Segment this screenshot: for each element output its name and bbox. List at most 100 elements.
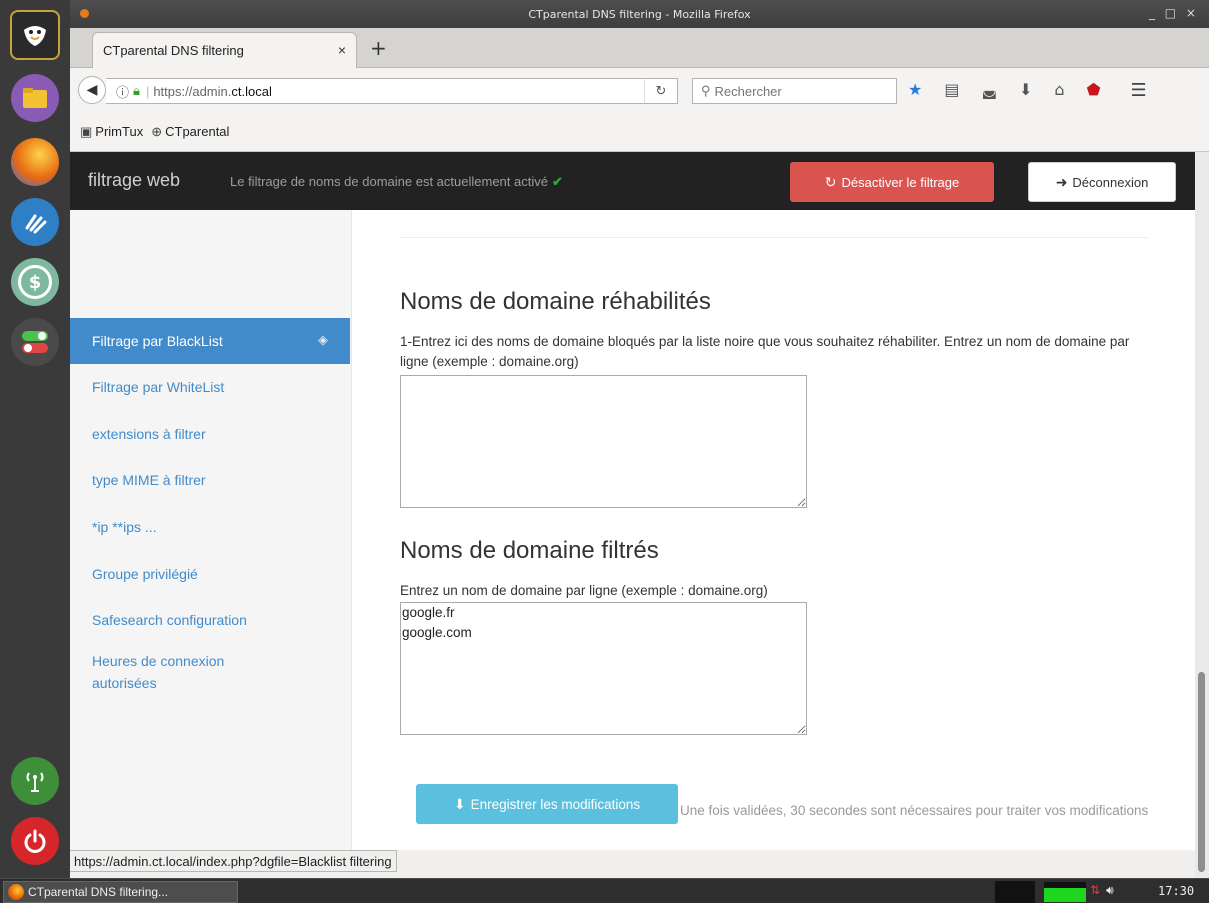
rehabilitated-domains-textarea[interactable] (400, 375, 807, 508)
app-navbar: filtrage web Le filtrage de noms de doma… (70, 152, 1195, 210)
back-button[interactable]: ◀ (78, 76, 106, 104)
rehabilitated-domains-help: 1-Entrez ici des noms de domaine bloqués… (400, 334, 1130, 369)
firefox-window: CTparental DNS filtering - Mozilla Firef… (70, 0, 1209, 878)
application-dock: $ (0, 0, 70, 878)
downloads-icon[interactable]: ⬇ (1019, 80, 1032, 101)
taskbar: CTparental DNS filtering... ⇅ 🔊︎ 17:30 (0, 878, 1209, 903)
network-antenna-icon[interactable] (11, 757, 59, 805)
window-menu-icon[interactable] (80, 9, 89, 18)
navigation-toolbar: ◀ ⓘ 🔒︎ | https://admin.ct.local ↻ ⚲ ★ ▤ … (70, 68, 1209, 112)
bookmark-ctparental[interactable]: ⊕ CTparental (151, 124, 229, 140)
sidebar-item-whitelist[interactable]: Filtrage par WhiteList (70, 364, 350, 410)
bookmark-primtux[interactable]: ▣ PrimTux (80, 124, 143, 140)
refresh-icon: ↻ (824, 173, 837, 190)
power-icon[interactable] (11, 817, 59, 865)
save-button-label: Enregistrer les modifications (470, 796, 641, 812)
taskbar-item-label: CTparental DNS filtering... (28, 885, 169, 899)
check-icon: ✔ (551, 174, 563, 189)
sidebar-item-label: Heures de connexion autorisées (92, 653, 225, 691)
search-box[interactable]: ⚲ (692, 78, 897, 104)
sidebar-item-label: *ip **ips ... (92, 519, 157, 535)
sidebar-item-ips[interactable]: *ip **ips ... (70, 504, 350, 550)
disable-filter-label: Désactiver le filtrage (841, 174, 960, 190)
filtered-domains-textarea[interactable] (400, 602, 807, 735)
filtered-domains-title: Noms de domaine filtrés (400, 537, 659, 564)
taskbar-firefox-item[interactable]: CTparental DNS filtering... (3, 881, 238, 903)
pocket-icon[interactable]: ◛ (981, 80, 997, 101)
divider (400, 237, 1148, 238)
bookmark-star-icon[interactable]: ★ (908, 80, 922, 101)
tab-strip: CTparental DNS filtering × + (70, 28, 1209, 68)
filter-status-text: Le filtrage de noms de domaine est actue… (230, 174, 548, 189)
tab-label: CTparental DNS filtering (103, 43, 244, 58)
site-info-icon[interactable]: ⓘ (116, 82, 129, 101)
system-tray: ⇅ 🔊︎ (1090, 883, 1114, 898)
save-button[interactable]: ⬇ Enregistrer les modifications (416, 784, 678, 824)
status-link-overlay: https://admin.ct.local/index.php?dgfile=… (70, 850, 397, 872)
sidebar: Filtrage par BlackList ◈ Filtrage par Whi… (70, 210, 352, 850)
sidebar-item-label: Filtrage par BlackList (92, 333, 223, 349)
filtered-domains-help: Entrez un nom de domaine par ligne (exem… (400, 583, 768, 598)
hamburger-menu-icon[interactable]: ☰ (1130, 80, 1146, 101)
firefox-icon (8, 884, 24, 900)
reading-list-icon[interactable]: ▤ (944, 80, 959, 101)
firefox-icon[interactable] (11, 138, 59, 186)
download-icon: ⬇ (453, 795, 466, 812)
logout-button[interactable]: ➜ Déconnexion (1028, 162, 1176, 202)
sidebar-item-label: Safesearch configuration (92, 612, 247, 628)
lock-icon: 🔒︎ (133, 83, 140, 98)
sidebar-item-blacklist[interactable]: Filtrage par BlackList ◈ (70, 318, 350, 364)
bookmarks-toolbar: ▣ PrimTux ⊕ CTparental (70, 112, 1209, 152)
primtux-favicon-icon: ▣ (80, 123, 93, 139)
network-icon[interactable]: ⇅ (1090, 883, 1100, 898)
app-brand[interactable]: filtrage web (88, 170, 180, 191)
rehabilitated-domains-title: Noms de domaine réhabilités (400, 288, 711, 315)
url-bar[interactable]: ⓘ 🔒︎ | https://admin. ct.local (106, 78, 676, 104)
memory-monitor (1044, 882, 1086, 902)
volume-icon[interactable]: 🔊︎ (1106, 883, 1114, 898)
bookmark-label: PrimTux (95, 124, 144, 139)
url-prefix: https://admin. (153, 83, 232, 99)
cpu-monitor (995, 881, 1035, 903)
globe-icon: ⊕ (151, 123, 163, 139)
url-host: ct.local (231, 83, 272, 99)
page-content: filtrage web Le filtrage de noms de doma… (70, 152, 1195, 850)
filter-status: Le filtrage de noms de domaine est actue… (230, 174, 563, 190)
main-panel: Noms de domaine réhabilités 1-Entrez ici… (352, 210, 1195, 850)
ublock-shield-icon[interactable]: ⬟ (1087, 80, 1101, 101)
sidebar-item-label: Groupe privilégié (92, 566, 198, 582)
scrollbar-thumb[interactable] (1198, 672, 1205, 872)
page-scrollbar[interactable] (1195, 152, 1209, 878)
sidebar-item-mime[interactable]: type MIME à filtrer (70, 457, 350, 503)
sidebar-item-label: Filtrage par WhiteList (92, 379, 225, 395)
window-titlebar[interactable]: CTparental DNS filtering - Mozilla Firef… (70, 0, 1209, 28)
tab-close-icon[interactable]: × (338, 42, 346, 58)
sidebar-item-connection-hours[interactable]: Heures de connexion autorisées (70, 646, 330, 698)
bookmark-label: CTparental (165, 124, 230, 139)
search-icon: ⚲ (701, 83, 711, 98)
reload-button[interactable]: ↻ (644, 78, 678, 104)
file-manager-icon[interactable] (11, 74, 59, 122)
disable-filter-button[interactable]: ↻ Désactiver le filtrage (790, 162, 994, 202)
back-arrow-icon: ◀ (86, 82, 98, 98)
new-tab-button[interactable]: + (370, 36, 387, 60)
sidebar-item-safesearch[interactable]: Safesearch configuration (70, 597, 350, 643)
search-input[interactable] (714, 83, 875, 99)
memory-fill (1044, 888, 1086, 902)
sidebar-item-extensions[interactable]: extensions à filtrer (70, 411, 350, 457)
settings-toggle-icon[interactable] (11, 318, 59, 366)
logout-icon: ➜ (1055, 173, 1068, 190)
toolbar-icons: ★ ▤ ◛ ⬇ ⌂ ⬟ ☰ (908, 80, 1147, 101)
tag-icon: ◈ (318, 332, 328, 347)
reload-icon: ↻ (655, 83, 667, 99)
primtux-logo-icon[interactable] (10, 10, 60, 60)
sidebar-item-privileged-group[interactable]: Groupe privilégié (70, 551, 350, 597)
hand-app-icon[interactable] (11, 198, 59, 246)
sidebar-item-label: extensions à filtrer (92, 426, 206, 442)
home-icon[interactable]: ⌂ (1054, 80, 1064, 101)
sidebar-item-label: type MIME à filtrer (92, 472, 206, 488)
window-controls[interactable]: _ □ × (1149, 6, 1199, 20)
tab-ctparental[interactable]: CTparental DNS filtering × (92, 32, 357, 68)
money-app-icon[interactable]: $ (11, 258, 59, 306)
clock[interactable]: 17:30 (1158, 884, 1194, 898)
